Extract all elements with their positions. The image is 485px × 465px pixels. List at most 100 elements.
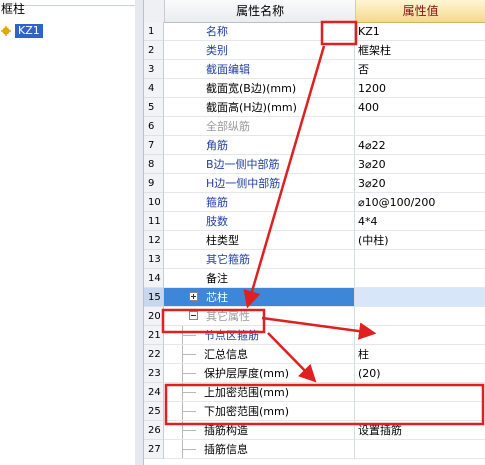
property-name-cell: 汇总信息 [164, 345, 355, 364]
row-number: 23 [144, 364, 164, 383]
table-row[interactable]: 21 节点区箍筋 [144, 326, 485, 345]
property-value-cell[interactable] [355, 440, 485, 459]
tree-category-label[interactable]: 框柱 [0, 2, 26, 16]
property-name-cell: 类别 [164, 41, 355, 60]
property-value-cell[interactable]: 框架柱 [355, 41, 485, 60]
table-row[interactable]: 12 柱类型 (中柱) [144, 231, 485, 250]
property-name-label: 名称 [206, 25, 228, 38]
table-row[interactable]: 3 截面编辑 否 [144, 60, 485, 79]
property-name-cell: 上加密范围(mm) [164, 383, 355, 402]
property-value-cell[interactable] [355, 307, 485, 326]
header-property-name: 属性名称 [164, 0, 357, 23]
property-value-cell[interactable]: 400 [355, 98, 485, 117]
property-name-cell: 全部纵筋 [164, 117, 355, 136]
property-value-cell[interactable]: 3⌀20 [355, 174, 485, 193]
property-name-cell: 角筋 [164, 136, 355, 155]
table-row[interactable]: 15 芯柱 [144, 288, 485, 307]
table-row[interactable]: 25 下加密范围(mm) [144, 402, 485, 421]
table-row[interactable]: 13 其它箍筋 [144, 250, 485, 269]
property-value-cell[interactable]: 设置插筋 [355, 421, 485, 440]
row-number: 25 [144, 402, 164, 421]
tree-item-label: KZ1 [15, 24, 43, 38]
property-value-cell[interactable] [355, 383, 485, 402]
property-name-label: B边一侧中部筋 [206, 158, 280, 171]
property-name-label: 插筋信息 [204, 443, 248, 456]
property-name-label: 插筋构造 [204, 424, 248, 437]
property-name-label: 肢数 [206, 215, 228, 228]
table-row[interactable]: 24 上加密范围(mm) [144, 383, 485, 402]
table-row[interactable]: 10 箍筋 ⌀10@100/200 [144, 193, 485, 212]
row-number: 15 [144, 288, 164, 307]
table-row[interactable]: 20 其它属性 [144, 307, 485, 326]
property-name-cell: 其它箍筋 [164, 250, 355, 269]
table-row[interactable]: 14 备注 [144, 269, 485, 288]
property-value-cell[interactable]: 4*4 [355, 212, 485, 231]
property-name-cell: B边一侧中部筋 [164, 155, 355, 174]
property-name-label: 类别 [206, 44, 228, 57]
property-name-cell: 芯柱 [164, 288, 355, 307]
property-name-label: 截面编辑 [206, 63, 250, 76]
row-number: 10 [144, 193, 164, 212]
row-number: 9 [144, 174, 164, 193]
collapse-icon[interactable] [189, 311, 198, 320]
property-value-cell[interactable] [355, 326, 485, 345]
property-value-cell[interactable]: 3⌀20 [355, 155, 485, 174]
table-row[interactable]: 8 B边一侧中部筋 3⌀20 [144, 155, 485, 174]
table-row[interactable]: 11 肢数 4*4 [144, 212, 485, 231]
property-name-label: 下加密范围(mm) [204, 405, 290, 418]
property-name-label: 角筋 [206, 139, 228, 152]
property-value-cell[interactable]: (20) [355, 364, 485, 383]
property-value-cell[interactable] [355, 250, 485, 269]
property-name-label: H边一侧中部筋 [206, 177, 281, 190]
property-name-cell: 备注 [164, 269, 355, 288]
tree-item-kz1[interactable]: KZ1 [0, 23, 70, 39]
property-name-label: 节点区箍筋 [204, 329, 259, 342]
property-name-label: 全部纵筋 [206, 120, 250, 133]
table-row[interactable]: 22 汇总信息 柱 [144, 345, 485, 364]
row-number: 7 [144, 136, 164, 155]
row-number: 3 [144, 60, 164, 79]
property-name-cell: 其它属性 [164, 307, 355, 326]
property-name-label: 汇总信息 [204, 348, 248, 361]
table-row[interactable]: 1 名称 KZ1 [144, 22, 485, 41]
property-value-cell[interactable]: 否 [355, 60, 485, 79]
property-name-cell: 截面编辑 [164, 60, 355, 79]
row-number: 22 [144, 345, 164, 364]
expand-icon[interactable] [189, 292, 198, 301]
table-row[interactable]: 4 截面宽(B边)(mm) 1200 [144, 79, 485, 98]
property-name-label: 备注 [206, 272, 228, 285]
property-value-cell[interactable]: 柱 [355, 345, 485, 364]
table-row[interactable]: 23 保护层厚度(mm) (20) [144, 364, 485, 383]
property-name-cell: 节点区箍筋 [164, 326, 355, 345]
property-value-cell[interactable]: KZ1 [355, 22, 485, 41]
gear-icon [1, 26, 11, 36]
panel-splitter[interactable] [135, 0, 144, 465]
property-name-label: 芯柱 [206, 291, 228, 304]
table-row[interactable]: 9 H边一侧中部筋 3⌀20 [144, 174, 485, 193]
table-row[interactable]: 5 截面高(H边)(mm) 400 [144, 98, 485, 117]
row-number: 8 [144, 155, 164, 174]
row-number: 2 [144, 41, 164, 60]
property-name-cell: 下加密范围(mm) [164, 402, 355, 421]
row-number: 4 [144, 79, 164, 98]
table-row[interactable]: 2 类别 框架柱 [144, 41, 485, 60]
property-name-label: 其它属性 [206, 310, 250, 323]
property-value-cell[interactable] [355, 402, 485, 421]
property-value-cell[interactable] [355, 117, 485, 136]
row-number: 26 [144, 421, 164, 440]
table-row[interactable]: 26 插筋构造 设置插筋 [144, 421, 485, 440]
property-value-cell[interactable]: 1200 [355, 79, 485, 98]
property-value-cell[interactable]: (中柱) [355, 231, 485, 250]
property-value-cell[interactable]: 4⌀22 [355, 136, 485, 155]
property-name-label: 箍筋 [206, 196, 228, 209]
property-value-cell[interactable]: ⌀10@100/200 [355, 193, 485, 212]
property-name-label: 截面宽(B边)(mm) [206, 82, 297, 95]
property-value-cell[interactable] [355, 269, 485, 288]
row-number: 20 [144, 307, 164, 326]
table-row[interactable]: 27 插筋信息 [144, 440, 485, 459]
property-name-label: 保护层厚度(mm) [204, 367, 290, 380]
property-value-cell[interactable] [355, 288, 485, 307]
table-row[interactable]: 6 全部纵筋 [144, 117, 485, 136]
table-row[interactable]: 7 角筋 4⌀22 [144, 136, 485, 155]
property-name-label: 柱类型 [206, 234, 239, 247]
